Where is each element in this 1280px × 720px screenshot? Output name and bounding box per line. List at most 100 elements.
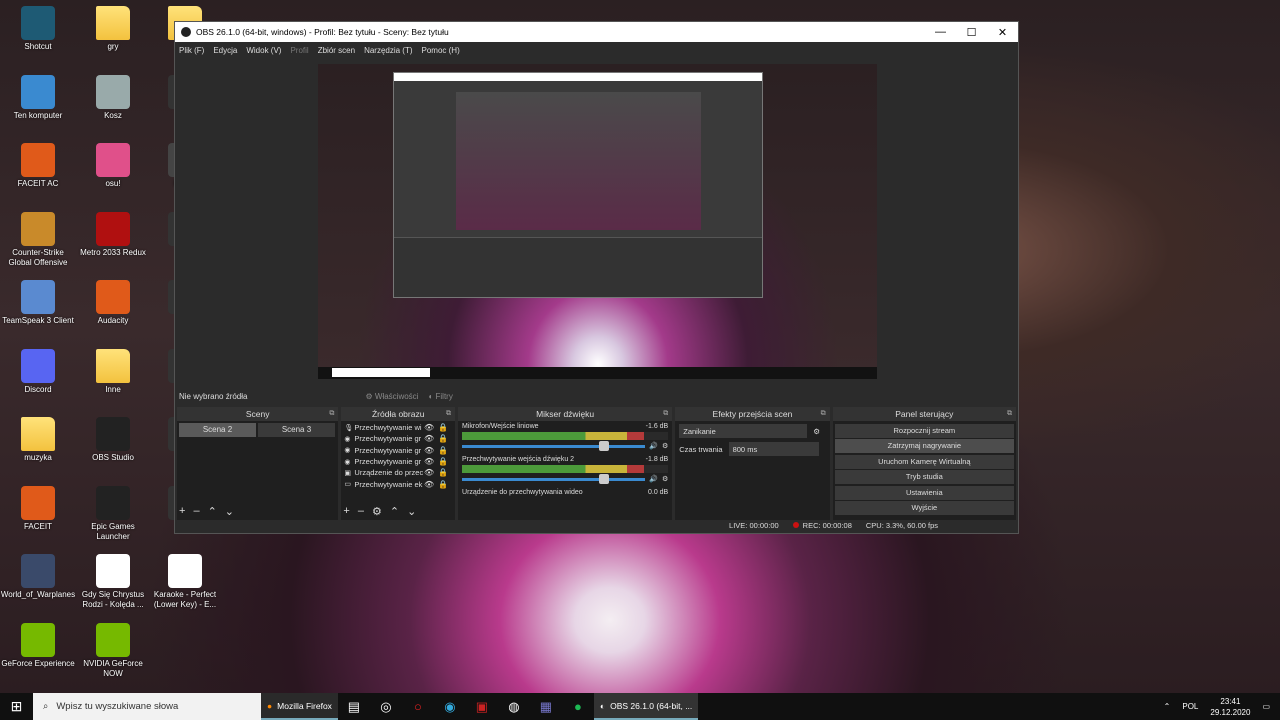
opera-icon[interactable]: ○ <box>402 693 434 720</box>
menu-edit[interactable]: Edycja <box>213 46 237 55</box>
start-stream-button[interactable]: Rozpocznij stream <box>834 424 1014 438</box>
eye-icon[interactable]: 👁 <box>424 468 438 477</box>
discord-icon[interactable]: ◍ <box>498 693 530 720</box>
source-item[interactable]: ▣ Urządzenie do przec 👁 🔒 <box>344 467 452 478</box>
gear-icon[interactable]: ⚙ <box>662 475 668 483</box>
menu-profile[interactable]: Profil <box>290 46 308 55</box>
move-down-icon[interactable]: ⌄ <box>407 505 416 518</box>
desktop-icon-label: muzyka <box>24 453 52 462</box>
desktop-icon[interactable]: FACEIT AC <box>0 143 76 189</box>
exit-button[interactable]: Wyjście <box>834 500 1014 515</box>
desktop-icon[interactable]: Ten komputer <box>0 74 76 121</box>
studio-mode-button[interactable]: Tryb studia <box>834 470 1014 485</box>
explorer-icon[interactable]: ▤ <box>338 693 370 720</box>
maximize-button[interactable]: ☐ <box>956 26 987 39</box>
eye-icon[interactable]: 👁 <box>424 457 438 466</box>
gear-icon[interactable]: ⚙ <box>662 442 668 450</box>
source-item[interactable]: ◉ Przechwytywanie gr 👁 🔒 <box>344 445 452 456</box>
preview-canvas[interactable] <box>318 64 877 379</box>
taskbar-app-firefox[interactable]: ● Mozilla Firefox <box>261 693 338 720</box>
desktop-icon[interactable]: Shotcut <box>0 6 76 52</box>
desktop-icon[interactable]: FACEIT <box>0 485 76 532</box>
add-icon[interactable]: + <box>179 505 185 518</box>
taskbar-app-obs[interactable]: ◐ OBS 26.1.0 (64-bit, ... <box>593 693 699 720</box>
windows-start-icon[interactable]: ⊞ <box>0 698 33 715</box>
desktop-icon[interactable]: Inne <box>75 348 151 395</box>
desktop-icon[interactable]: NVIDIA GeForce NOW <box>75 622 151 679</box>
desktop-icon[interactable]: World_of_Warplanes <box>0 554 76 600</box>
close-button[interactable]: ✕ <box>987 26 1018 39</box>
desktop-icon[interactable]: Discord <box>0 348 76 395</box>
desktop-icon[interactable]: Metro 2033 Redux <box>75 211 151 258</box>
remove-icon[interactable]: – <box>358 505 364 518</box>
desktop-icon[interactable]: OBS Studio <box>75 417 151 463</box>
eye-icon[interactable]: 👁 <box>424 446 438 455</box>
chevron-up-icon[interactable]: ⌃ <box>1164 702 1171 711</box>
eye-icon[interactable]: 👁 <box>424 480 438 489</box>
lock-icon[interactable]: 🔒 <box>438 468 452 477</box>
teams-icon[interactable]: ▦ <box>530 693 562 720</box>
eye-icon[interactable]: 👁 <box>424 434 438 443</box>
source-item[interactable]: ▭ Przechwytywanie ek 👁 🔒 <box>344 478 452 489</box>
add-icon[interactable]: + <box>343 505 349 518</box>
gear-icon[interactable]: ⚙ <box>372 505 382 518</box>
menu-file[interactable]: Plik (F) <box>179 46 204 55</box>
desktop-icon[interactable]: muzyka <box>0 417 76 463</box>
move-up-icon[interactable]: ⌃ <box>390 505 399 518</box>
source-item[interactable]: 🎙 Przechwytywanie wi 👁 🔒 <box>344 422 452 433</box>
eye-icon[interactable]: 👁 <box>424 423 438 432</box>
source-type-icon: ◉ <box>344 458 351 466</box>
move-up-icon[interactable]: ⌃ <box>208 505 217 518</box>
menu-tools[interactable]: Narzędzia (T) <box>364 46 412 55</box>
desktop-icon[interactable]: Karaoke - Perfect (Lower Key) - E... <box>147 554 223 610</box>
minimize-button[interactable]: — <box>925 26 956 39</box>
speaker-icon[interactable]: 🔊 <box>649 475 658 483</box>
desktop-icon[interactable]: Audacity <box>75 280 151 326</box>
spotify-icon[interactable]: ● <box>562 693 594 720</box>
desktop-icon[interactable]: Gdy Się Chrystus Rodzi - Kolęda ... <box>75 554 151 610</box>
search-box[interactable]: ⌕ Wpisz tu wyszukiwane słowa <box>33 693 261 720</box>
stop-recording-button[interactable]: Zatrzymaj nagrywanie <box>834 439 1014 454</box>
speaker-icon[interactable]: 🔊 <box>649 442 658 450</box>
desktop-icon[interactable]: gry <box>75 6 151 52</box>
settings-button[interactable]: Ustawienia <box>834 485 1014 500</box>
desktop-icon[interactable]: Counter-Strike Global Offensive <box>0 211 76 268</box>
virtual-camera-button[interactable]: Uruchom Kamerę Wirtualną <box>834 454 1014 469</box>
duration-input[interactable]: 800 ms <box>728 442 819 456</box>
properties-button[interactable]: ⚙ Właściwości <box>365 392 418 401</box>
volume-slider[interactable] <box>462 440 646 451</box>
volume-slider[interactable] <box>462 473 646 484</box>
lock-icon[interactable]: 🔒 <box>438 434 452 443</box>
menu-help[interactable]: Pomoc (H) <box>422 46 460 55</box>
lock-icon[interactable]: 🔒 <box>438 446 452 455</box>
edge-icon[interactable]: ◉ <box>434 693 466 720</box>
menu-scene-collection[interactable]: Zbiór scen <box>318 46 355 55</box>
lock-icon[interactable]: 🔒 <box>438 423 452 432</box>
app-icon <box>21 554 55 588</box>
remove-icon[interactable]: – <box>193 505 199 518</box>
steam-icon[interactable]: ◎ <box>370 693 402 720</box>
move-down-icon[interactable]: ⌄ <box>225 505 234 518</box>
scene-item[interactable]: Scena 2 <box>179 423 256 437</box>
lock-icon[interactable]: 🔒 <box>438 480 452 489</box>
lock-icon[interactable]: 🔒 <box>438 457 452 466</box>
source-item[interactable]: ◉ Przechwytywanie gr 👁 🔒 <box>344 433 452 444</box>
desktop-icon-label: Karaoke - Perfect (Lower Key) - E... <box>153 590 217 609</box>
app-icon <box>21 280 55 314</box>
gear-icon[interactable]: ⚙ <box>813 427 820 436</box>
menu-view[interactable]: Widok (V) <box>246 46 281 55</box>
desktop-icon[interactable]: Kosz <box>75 74 151 121</box>
transition-select[interactable]: Zanikanie <box>679 424 808 438</box>
desktop-icon[interactable]: TeamSpeak 3 Client <box>0 280 76 326</box>
clock[interactable]: 23:41 29.12.2020 <box>1210 696 1250 718</box>
source-item[interactable]: ◉ Przechwytywanie gr 👁 🔒 <box>344 456 452 467</box>
notifications-icon[interactable]: ▭ <box>1262 702 1270 711</box>
desktop-icon[interactable]: Epic Games Launcher <box>75 485 151 542</box>
filters-button[interactable]: ◐ Filtry <box>428 392 452 401</box>
desktop-icon[interactable]: osu! <box>75 143 151 189</box>
scene-item[interactable]: Scena 3 <box>258 423 335 437</box>
language-indicator[interactable]: POL <box>1182 702 1198 711</box>
desktop-icon[interactable]: GeForce Experience <box>0 622 76 669</box>
desktop-icon-label: FACEIT AC <box>17 179 59 188</box>
metro-icon[interactable]: ▣ <box>466 693 498 720</box>
